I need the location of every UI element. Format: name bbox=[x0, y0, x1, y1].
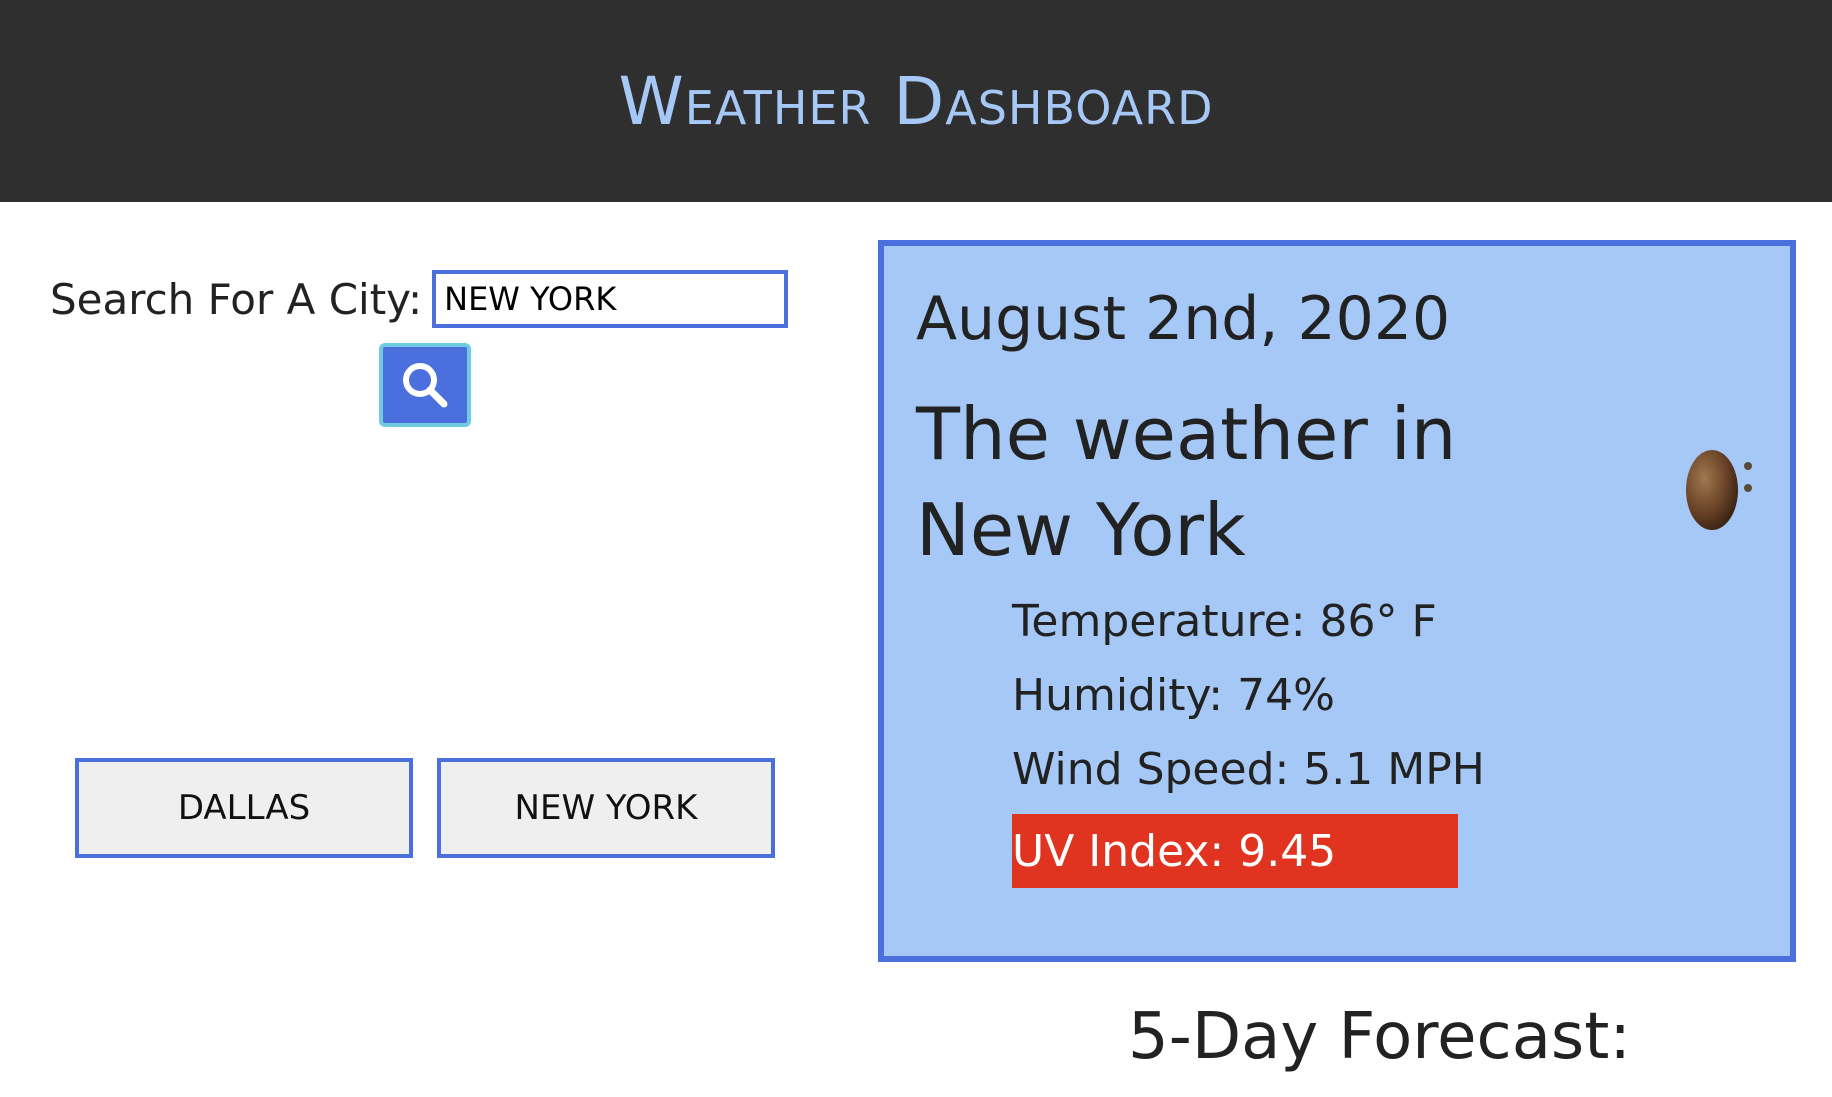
wind-speed-text: Wind Speed: 5.1 MPH bbox=[1012, 744, 1485, 795]
humidity-text: Humidity: 74% bbox=[1012, 670, 1335, 721]
current-weather-card: August 2nd, 2020 The weather in New York… bbox=[878, 240, 1796, 962]
search-form: Search For A City: bbox=[50, 270, 789, 328]
search-label: Search For A City: bbox=[50, 274, 423, 324]
search-button[interactable] bbox=[379, 343, 471, 427]
uv-index-badge: UV Index: 9.45 bbox=[1012, 814, 1458, 888]
temperature-text: Temperature: 86° F bbox=[1012, 596, 1437, 647]
current-city-heading: The weather in New York bbox=[916, 392, 1457, 572]
history-button-dallas[interactable]: DALLAS bbox=[75, 758, 413, 858]
page-title: Weather Dashboard bbox=[618, 62, 1214, 140]
search-icon bbox=[403, 363, 448, 408]
app-header: Weather Dashboard bbox=[0, 0, 1832, 202]
forecast-title: 5-Day Forecast: bbox=[1128, 1000, 1631, 1074]
city-search-input[interactable] bbox=[432, 270, 789, 328]
history-button-new-york[interactable]: NEW YORK bbox=[437, 758, 775, 858]
weather-condition-icon bbox=[1686, 450, 1752, 530]
current-date: August 2nd, 2020 bbox=[916, 284, 1451, 354]
